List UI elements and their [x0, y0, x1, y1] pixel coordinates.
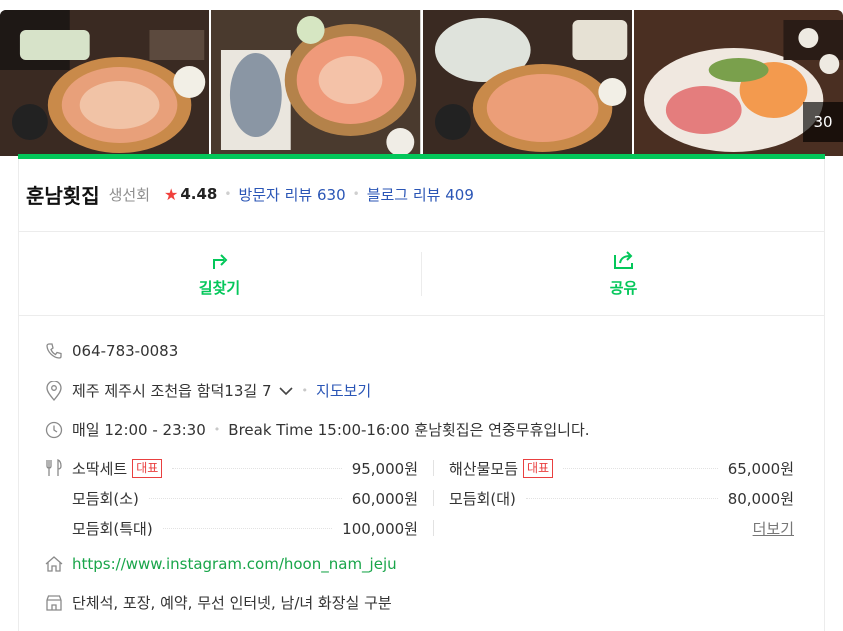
divider — [18, 315, 825, 316]
menu-leader — [162, 527, 333, 529]
menu-item-name: 모듬회(대) — [449, 489, 516, 508]
menu-item[interactable]: 해산물모듬 대표 65,000원 — [449, 456, 794, 480]
menu-item[interactable]: 모듬회(특대) 100,000원 — [72, 516, 418, 540]
signature-badge: 대표 — [523, 458, 554, 478]
directions-label: 길찾기 — [198, 279, 241, 297]
photo-4[interactable]: 30 — [633, 10, 843, 156]
store-icon — [44, 593, 64, 613]
menu-item-name: 소딱세트 — [72, 459, 128, 478]
blog-reviews-link[interactable]: 블로그 리뷰 409 — [367, 184, 474, 205]
action-bar: 길찾기 공유 — [18, 232, 825, 315]
menu-leader — [563, 467, 718, 469]
menu-column-divider — [433, 490, 434, 506]
rating-value: 4.48 — [180, 185, 218, 203]
menu-column-divider — [433, 460, 434, 476]
photo-1[interactable] — [0, 10, 210, 156]
separator-dot: • — [352, 187, 360, 201]
fork-knife-icon — [44, 458, 64, 478]
menu-item-price: 60,000원 — [351, 489, 418, 508]
address-row: 제주 제주시 조천읍 함덕13길 7 • 지도보기 — [44, 380, 804, 401]
menu-item-price: 80,000원 — [727, 489, 794, 508]
visitor-reviews-link[interactable]: 방문자 리뷰 630 — [238, 184, 345, 205]
phone-row: 064-783-0083 — [44, 341, 804, 361]
directions-icon — [212, 254, 227, 269]
card-border-right — [824, 159, 825, 631]
menu-more-link[interactable]: 더보기 — [753, 518, 794, 539]
signature-badge: 대표 — [132, 458, 163, 478]
menu-item[interactable]: 모듬회(소) 60,000원 — [72, 486, 418, 510]
menu-item-name: 모듬회(소) — [72, 489, 139, 508]
map-view-link[interactable]: 지도보기 — [316, 380, 371, 401]
accent-bar — [18, 154, 825, 159]
facilities-text: 단체석, 포장, 예약, 무선 인터넷, 남/녀 화장실 구분 — [72, 594, 392, 612]
photo-count-badge[interactable]: 30 — [803, 102, 843, 142]
hours-text: 매일 12:00 - 23:30 — [72, 421, 206, 439]
address-text: 제주 제주시 조천읍 함덕13길 7 — [72, 382, 272, 400]
menu-item-name: 모듬회(특대) — [72, 519, 153, 538]
share-icon — [613, 251, 633, 269]
place-name: 훈남횟집 — [26, 183, 100, 208]
share-label: 공유 — [609, 279, 638, 297]
clock-icon — [44, 420, 64, 440]
phone-icon — [44, 341, 64, 361]
chevron-down-icon[interactable] — [278, 382, 294, 400]
separator-dot: • — [224, 187, 232, 201]
separator-dot: • — [301, 384, 309, 397]
menu-leader — [172, 467, 342, 469]
website-row: https://www.instagram.com/hoon_nam_jeju — [44, 554, 804, 574]
share-button[interactable]: 공유 — [422, 232, 825, 315]
card-border-left — [18, 159, 19, 631]
website-link[interactable]: https://www.instagram.com/hoon_nam_jeju — [72, 555, 397, 573]
photo-2[interactable] — [211, 10, 421, 156]
menu-item-price: 65,000원 — [727, 459, 794, 478]
menu-item-price: 100,000원 — [342, 519, 418, 538]
menu-item-price: 95,000원 — [351, 459, 418, 478]
home-icon — [44, 554, 64, 574]
photo-strip[interactable]: 30 — [0, 10, 843, 156]
phone-number[interactable]: 064-783-0083 — [72, 342, 178, 360]
star-icon: ★ — [164, 184, 179, 204]
location-pin-icon — [44, 380, 64, 401]
place-category: 생선회 — [108, 185, 151, 204]
menu-item-name: 해산물모듬 — [449, 459, 519, 478]
separator-dot: • — [213, 423, 221, 436]
directions-button[interactable]: 길찾기 — [18, 232, 421, 315]
menu-leader — [148, 497, 342, 499]
break-time-text: Break Time 15:00-16:00 훈남횟집은 연중무휴입니다. — [228, 421, 590, 439]
menu-leader — [525, 497, 718, 499]
facilities-row: 단체석, 포장, 예약, 무선 인터넷, 남/녀 화장실 구분 — [44, 592, 804, 613]
menu-item[interactable]: 소딱세트 대표 95,000원 — [72, 456, 418, 480]
place-header: 훈남횟집 생선회 ★ 4.48 • 방문자 리뷰 630 • 블로그 리뷰 40… — [26, 174, 474, 214]
menu-item[interactable]: 모듬회(대) 80,000원 — [449, 486, 794, 510]
menu-column-divider — [433, 520, 434, 536]
photo-3[interactable] — [422, 10, 632, 156]
hours-row: 매일 12:00 - 23:30 • Break Time 15:00-16:0… — [44, 419, 804, 440]
